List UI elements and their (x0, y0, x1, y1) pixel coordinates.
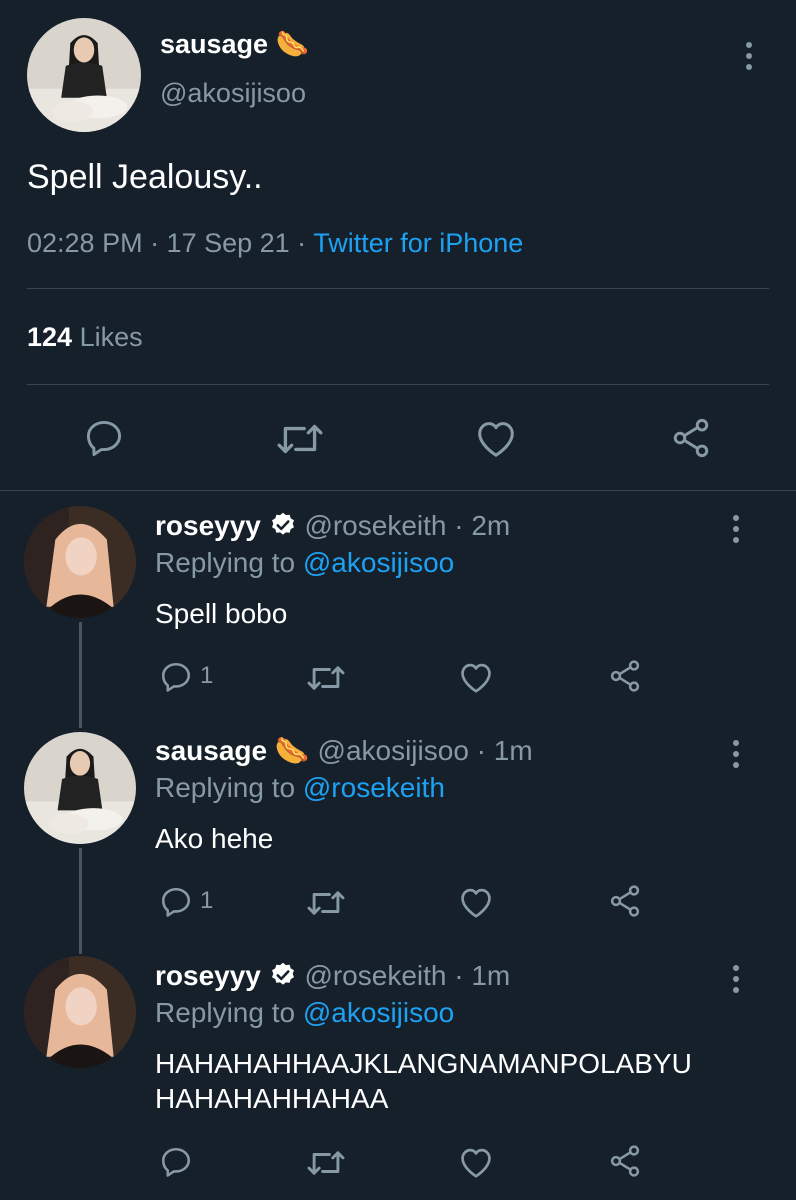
reply-icon[interactable] (158, 1144, 194, 1180)
thread-line (79, 848, 82, 954)
main-author-name-text: sausage (160, 29, 269, 59)
reply-text: HAHAHAHHAAJKLANGNAMANPOLABYU HAHAHAHHAHA… (155, 1046, 692, 1116)
hotdog-emoji-icon: 🌭 (275, 29, 310, 59)
reply-handle-time[interactable]: @akosijisoo · 1m (318, 735, 533, 766)
reply-text: Ako hehe (155, 823, 274, 854)
hotdog-emoji-icon: 🌭 (274, 735, 310, 766)
verified-badge-icon (269, 511, 297, 546)
reply-more-options-icon[interactable] (731, 965, 741, 998)
reply-author-name[interactable]: roseyyy (155, 960, 261, 991)
reply-more-options-icon[interactable] (731, 740, 741, 773)
replying-to: Replying to @rosekeith (155, 772, 445, 804)
divider (27, 384, 769, 385)
replying-to: Replying to @akosijisoo (155, 997, 454, 1029)
reply-handle-time[interactable]: @rosekeith · 1m (304, 960, 510, 991)
main-tweet-meta: 02:28 PM · 17 Sep 21 · Twitter for iPhon… (27, 228, 523, 259)
retweet-icon[interactable] (275, 418, 325, 460)
share-icon[interactable] (607, 1143, 643, 1179)
thread-line (79, 622, 82, 728)
retweet-icon[interactable] (305, 661, 347, 695)
like-icon[interactable] (473, 416, 519, 460)
main-more-options-icon[interactable] (744, 42, 754, 75)
replying-to-prefix: Replying to (155, 997, 303, 1028)
reply-header: roseyyy @rosekeith · 1m (155, 960, 510, 996)
like-icon[interactable] (457, 1144, 495, 1180)
retweet-icon[interactable] (305, 1146, 347, 1180)
reply-count: 1 (200, 662, 214, 689)
reply-author-name[interactable]: sausage (155, 735, 267, 766)
reply-icon[interactable] (82, 416, 126, 460)
reply-text: Spell bobo (155, 598, 288, 629)
like-icon[interactable] (457, 884, 495, 920)
reply-avatar[interactable] (24, 732, 136, 844)
section-divider (0, 490, 796, 491)
main-timestamp[interactable]: 02:28 PM · 17 Sep 21 · (27, 228, 313, 258)
share-icon[interactable] (607, 883, 643, 919)
divider (27, 288, 769, 289)
main-author-handle[interactable]: @akosijisoo (160, 78, 306, 109)
reply-avatar[interactable] (24, 506, 136, 618)
replying-to-link[interactable]: @rosekeith (303, 772, 445, 803)
replying-to: Replying to @akosijisoo (155, 547, 454, 579)
reply-icon[interactable] (158, 884, 194, 920)
replying-to-link[interactable]: @akosijisoo (303, 547, 454, 578)
main-avatar[interactable] (27, 18, 141, 132)
reply-author-name[interactable]: roseyyy (155, 510, 261, 541)
reply-more-options-icon[interactable] (731, 515, 741, 548)
replying-to-link[interactable]: @akosijisoo (303, 997, 454, 1028)
reply-header: sausage 🌭 @akosijisoo · 1m (155, 734, 533, 767)
verified-badge-icon (269, 961, 297, 996)
reply-count: 1 (200, 887, 214, 914)
like-icon[interactable] (457, 659, 495, 695)
reply-text-line: HAHAHAHHAHAA (155, 1083, 389, 1114)
reply-text-line: HAHAHAHHAAJKLANGNAMANPOLABYU (155, 1048, 692, 1079)
replying-to-prefix: Replying to (155, 547, 303, 578)
reply-avatar[interactable] (24, 956, 136, 1068)
retweet-icon[interactable] (305, 886, 347, 920)
likes-count: 124 (27, 322, 73, 352)
main-tweet-text: Spell Jealousy.. (27, 158, 263, 196)
likes-summary[interactable]: 124 Likes (27, 322, 143, 353)
share-icon[interactable] (669, 416, 713, 460)
share-icon[interactable] (607, 658, 643, 694)
reply-handle-time[interactable]: @rosekeith · 2m (304, 510, 510, 541)
reply-icon[interactable] (158, 659, 194, 695)
likes-label: Likes (79, 322, 143, 352)
reply-header: roseyyy @rosekeith · 2m (155, 510, 510, 546)
main-author-name[interactable]: sausage 🌭 (160, 28, 309, 60)
tweet-source-link[interactable]: Twitter for iPhone (313, 228, 523, 258)
replying-to-prefix: Replying to (155, 772, 303, 803)
